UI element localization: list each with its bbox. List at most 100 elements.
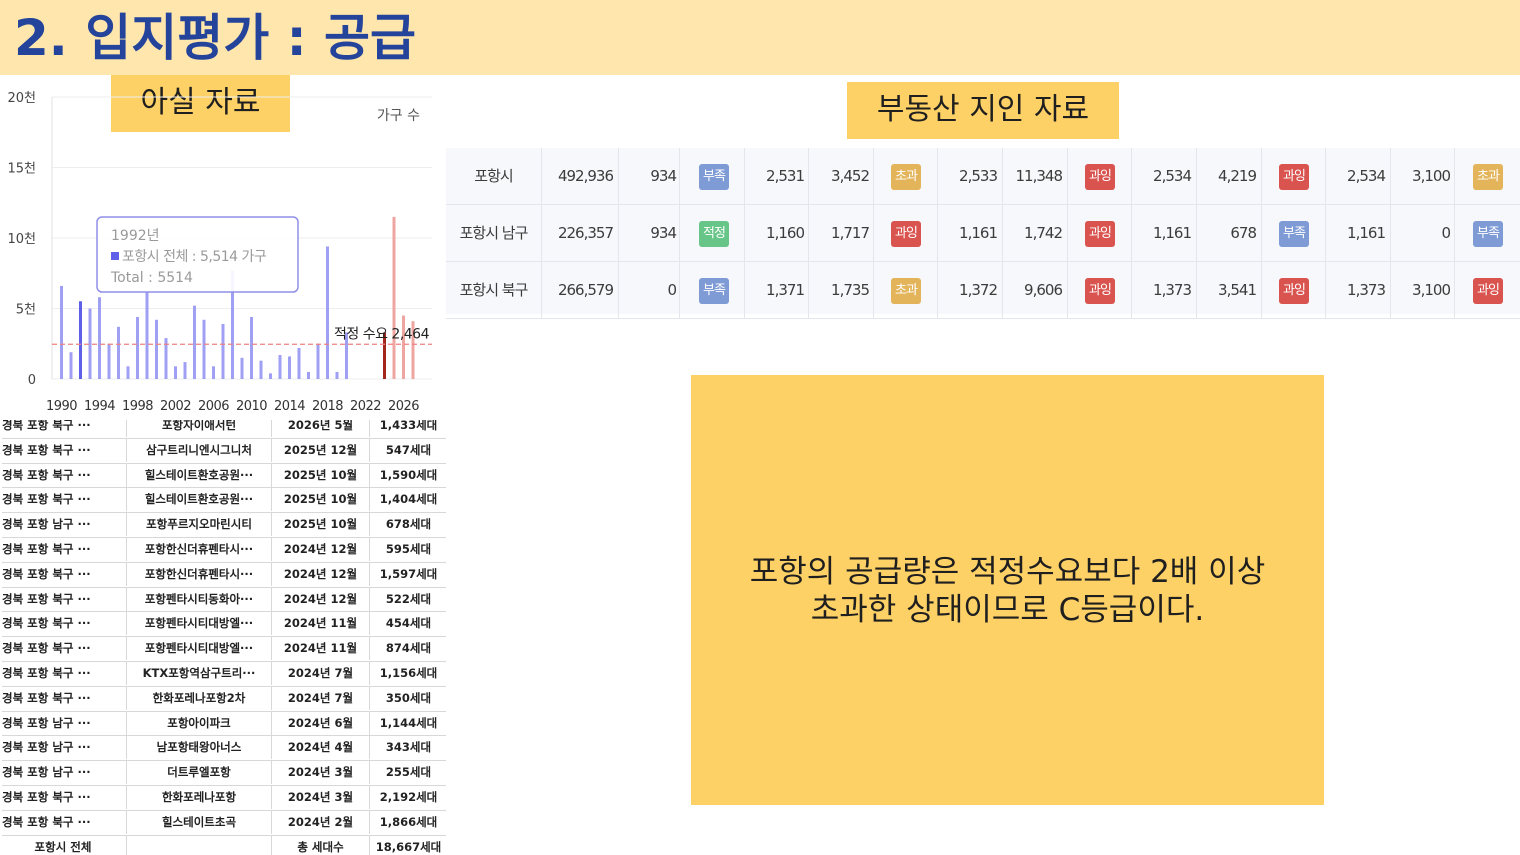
table-row: 경북 포항 북구 ··· 힐스테이트초곡 2024년 2월 1,866세대 bbox=[2, 809, 446, 836]
move-in-date-cell: 2025년 12월 bbox=[271, 437, 369, 462]
supply-cell: 3,541 bbox=[1218, 281, 1257, 299]
supply-cell: 678 bbox=[1230, 224, 1257, 242]
household-count-cell: 18,667세대 bbox=[369, 834, 446, 855]
column-divider bbox=[541, 262, 542, 318]
demand-cell: 1,161 bbox=[1347, 224, 1386, 242]
demand-cell: 934 bbox=[650, 167, 677, 185]
move-in-date-cell: 2024년 7월 bbox=[271, 685, 369, 710]
region-name-cell: 포항시 남구 bbox=[459, 224, 529, 242]
household-count-cell: 343세대 bbox=[369, 735, 446, 760]
region-cell: 경북 포항 북구 ··· bbox=[2, 420, 91, 432]
region-cell: 경북 포항 북구 ··· bbox=[2, 467, 91, 482]
bar-2015 bbox=[297, 347, 301, 379]
demand-cell: 1,161 bbox=[1153, 224, 1192, 242]
table-row: 경북 포항 남구 ··· 포항푸르지오마린시티 2025년 10월 678세대 bbox=[2, 512, 446, 538]
status-badge: 부족 bbox=[1279, 221, 1309, 247]
column-divider bbox=[1261, 262, 1262, 318]
column-divider bbox=[1454, 205, 1455, 261]
table-row: 포항시 북구 266,579 0 부족 1,371 1,735 초과 1,372 9,606 과잉… bbox=[446, 262, 1520, 319]
bar-2012 bbox=[269, 373, 272, 379]
move-in-date-cell: 2025년 10월 bbox=[271, 512, 369, 537]
move-in-date-cell: 2024년 3월 bbox=[271, 760, 369, 785]
table-row: 경북 포항 남구 ··· 포항아이파크 2024년 6월 1,144세대 bbox=[2, 710, 446, 737]
move-in-date-cell: 2024년 4월 bbox=[271, 735, 369, 760]
status-badge: 부족 bbox=[699, 164, 729, 190]
move-in-date-cell: 2024년 12월 bbox=[271, 586, 369, 611]
demand-cell: 1,373 bbox=[1347, 281, 1386, 299]
bar-1994 bbox=[98, 297, 101, 379]
conclusion-callout: 포항의 공급량은 적정수요보다 2배 이상 초과한 상태이므로 C등급이다. bbox=[691, 375, 1324, 805]
supply-cell: 4,219 bbox=[1218, 167, 1257, 185]
bar-2013 bbox=[278, 355, 282, 379]
household-count-cell: 522세대 bbox=[369, 586, 446, 611]
supply-cell: 3,100 bbox=[1412, 281, 1451, 299]
population-cell: 226,357 bbox=[557, 224, 614, 242]
supply-bar-chart: 0 5천 10천 15천 20천 1990 1994 1998 2002 2006 2010 2014… bbox=[7, 91, 432, 414]
table-row: 경북 포항 남구 ··· 더트루엘포항 2024년 3월 255세대 bbox=[2, 760, 446, 786]
supply-demand-table: 포항시 492,936 934 부족 2,531 3,452 초과 2,533 11,348 과잉… bbox=[446, 148, 1520, 319]
status-badge: 과잉 bbox=[891, 221, 921, 247]
status-badge: 초과 bbox=[891, 164, 921, 190]
x-tick-label: 1990 bbox=[46, 399, 77, 414]
complex-name-cell: 포항푸르지오마린시티 bbox=[126, 512, 271, 537]
region-cell: 경북 포항 남구 ··· bbox=[2, 517, 91, 532]
status-badge: 과잉 bbox=[1279, 278, 1309, 304]
column-divider bbox=[679, 205, 680, 261]
complex-name-cell: 포항펜타시티대방엘··· bbox=[126, 611, 271, 636]
household-count-cell: 1,433세대 bbox=[369, 420, 446, 437]
household-count-cell: 350세대 bbox=[369, 685, 446, 710]
bar-2002 bbox=[174, 366, 177, 379]
status-badge: 과잉 bbox=[1279, 164, 1309, 190]
column-divider bbox=[541, 205, 542, 261]
move-in-date-cell: 2024년 12월 bbox=[271, 561, 369, 586]
supply-cell: 1,742 bbox=[1024, 224, 1063, 242]
demand-cell: 2,533 bbox=[959, 167, 998, 185]
supply-cell: 11,348 bbox=[1015, 167, 1064, 185]
table-row: 경북 포항 북구 ··· 한화포레나포항 2024년 3월 2,192세대 bbox=[2, 785, 446, 811]
status-badge: 초과 bbox=[891, 278, 921, 304]
column-divider bbox=[873, 148, 874, 204]
move-in-date-cell: 2024년 6월 bbox=[271, 710, 369, 735]
table-row: 경북 포항 북구 ··· 포항펜타시티동화아··· 2024년 12월 522세대 bbox=[2, 586, 446, 613]
table-row: 경북 포항 북구 ··· 포항펜타시티대방엘··· 2024년 11월 454세대 bbox=[2, 611, 446, 638]
bar-2005 bbox=[202, 319, 206, 379]
column-divider bbox=[1067, 262, 1068, 318]
household-count-cell: 595세대 bbox=[369, 537, 446, 561]
complex-name-cell: 포항자이애서턴 bbox=[126, 420, 271, 437]
move-in-date-cell: 2026년 5월 bbox=[271, 420, 369, 437]
bar-1992 bbox=[79, 301, 82, 379]
household-count-cell: 2,192세대 bbox=[369, 785, 446, 809]
complex-name-cell: 포항한신더휴펜타시··· bbox=[126, 561, 271, 586]
complex-name-cell: KTX포항역삼구트리··· bbox=[126, 661, 271, 685]
demand-cell: 1,371 bbox=[766, 281, 805, 299]
region-cell: 경북 포항 북구 ··· bbox=[2, 616, 91, 631]
y-tick-label: 15천 bbox=[7, 162, 36, 177]
complex-name-cell: 포항한신더휴펜타시··· bbox=[126, 537, 271, 561]
column-divider bbox=[1261, 148, 1262, 204]
y-tick-label: 5천 bbox=[16, 303, 36, 318]
move-in-date-cell: 2025년 10월 bbox=[271, 462, 369, 487]
y-tick-label: 20천 bbox=[7, 91, 36, 106]
status-badge: 과잉 bbox=[1085, 278, 1115, 304]
complex-name-cell: 한화포레나포항2차 bbox=[126, 685, 271, 710]
household-count-cell: 874세대 bbox=[369, 636, 446, 661]
complex-name-cell: 삼구트리니엔시그니처 bbox=[126, 437, 271, 462]
chart-tooltip: 1992년포항시 전체 : 5,514 가구 Total : 5514 bbox=[96, 216, 299, 293]
column-divider bbox=[679, 262, 680, 318]
x-tick-label: 2010 bbox=[236, 399, 267, 414]
move-in-date-cell: 2024년 12월 bbox=[271, 537, 369, 561]
move-in-date-cell: 총 세대수 bbox=[271, 834, 369, 855]
column-divider bbox=[1067, 205, 1068, 261]
move-in-date-cell: 2024년 2월 bbox=[271, 809, 369, 834]
supply-cell: 1,735 bbox=[831, 281, 870, 299]
bar-2007 bbox=[221, 324, 225, 379]
table-row: 경북 포항 북구 ··· 포항한신더휴펜타시··· 2024년 12월 595세대 bbox=[2, 537, 446, 563]
bar-2011 bbox=[259, 360, 263, 379]
supply-cell: 1,717 bbox=[831, 224, 870, 242]
reference-line-label: 적정 수요 2,464 bbox=[334, 326, 430, 342]
status-badge: 부족 bbox=[699, 278, 729, 304]
region-cell: 포항시 전체 bbox=[34, 839, 92, 854]
table-row: 경북 포항 남구 ··· 남포항태왕아너스 2024년 4월 343세대 bbox=[2, 735, 446, 762]
callout-line-2: 초과한 상태이므로 C등급이다. bbox=[810, 592, 1205, 628]
region-cell: 경북 포항 남구 ··· bbox=[2, 740, 91, 755]
